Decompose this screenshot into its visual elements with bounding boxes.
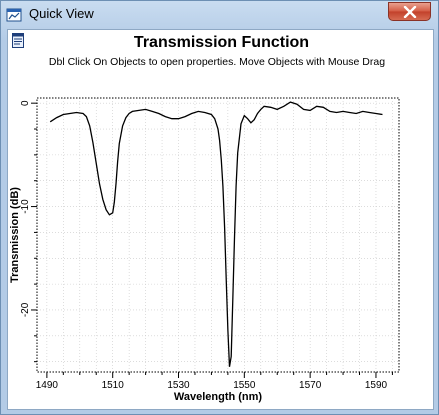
y-tick-label: -20 xyxy=(20,302,31,317)
y-axis-label: Transmission (dB) xyxy=(9,187,21,283)
chart-canvas[interactable]: Transmission Function Dbl Click On Objec… xyxy=(7,29,434,410)
window-title: Quick View xyxy=(29,6,94,21)
y-tick-label: 0 xyxy=(20,100,31,106)
x-tick-label: 1490 xyxy=(36,380,59,391)
x-tick-label: 1530 xyxy=(167,380,190,391)
axis-ticks: 1490 1510 1530 1550 1570 1590 0 -10 -20 xyxy=(20,100,393,391)
x-axis-label: Wavelength (nm) xyxy=(174,391,263,403)
x-tick-label: 1570 xyxy=(299,380,322,391)
plot-grid xyxy=(37,98,399,372)
title-bar[interactable]: Quick View xyxy=(1,1,438,29)
y-tick-label: -10 xyxy=(20,199,31,214)
quick-view-window: Quick View Transmission Function Dbl Cli… xyxy=(0,0,439,415)
close-icon xyxy=(403,6,417,18)
app-window-icon xyxy=(6,8,22,22)
x-tick-label: 1590 xyxy=(365,380,388,391)
transmission-plot[interactable]: 1490 1510 1530 1550 1570 1590 0 -10 -20 Waveleng… xyxy=(8,30,433,409)
series-line xyxy=(49,101,383,367)
plot-area xyxy=(36,97,400,373)
close-button[interactable] xyxy=(388,2,431,21)
x-tick-label: 1510 xyxy=(102,380,125,391)
x-tick-label: 1550 xyxy=(233,380,256,391)
